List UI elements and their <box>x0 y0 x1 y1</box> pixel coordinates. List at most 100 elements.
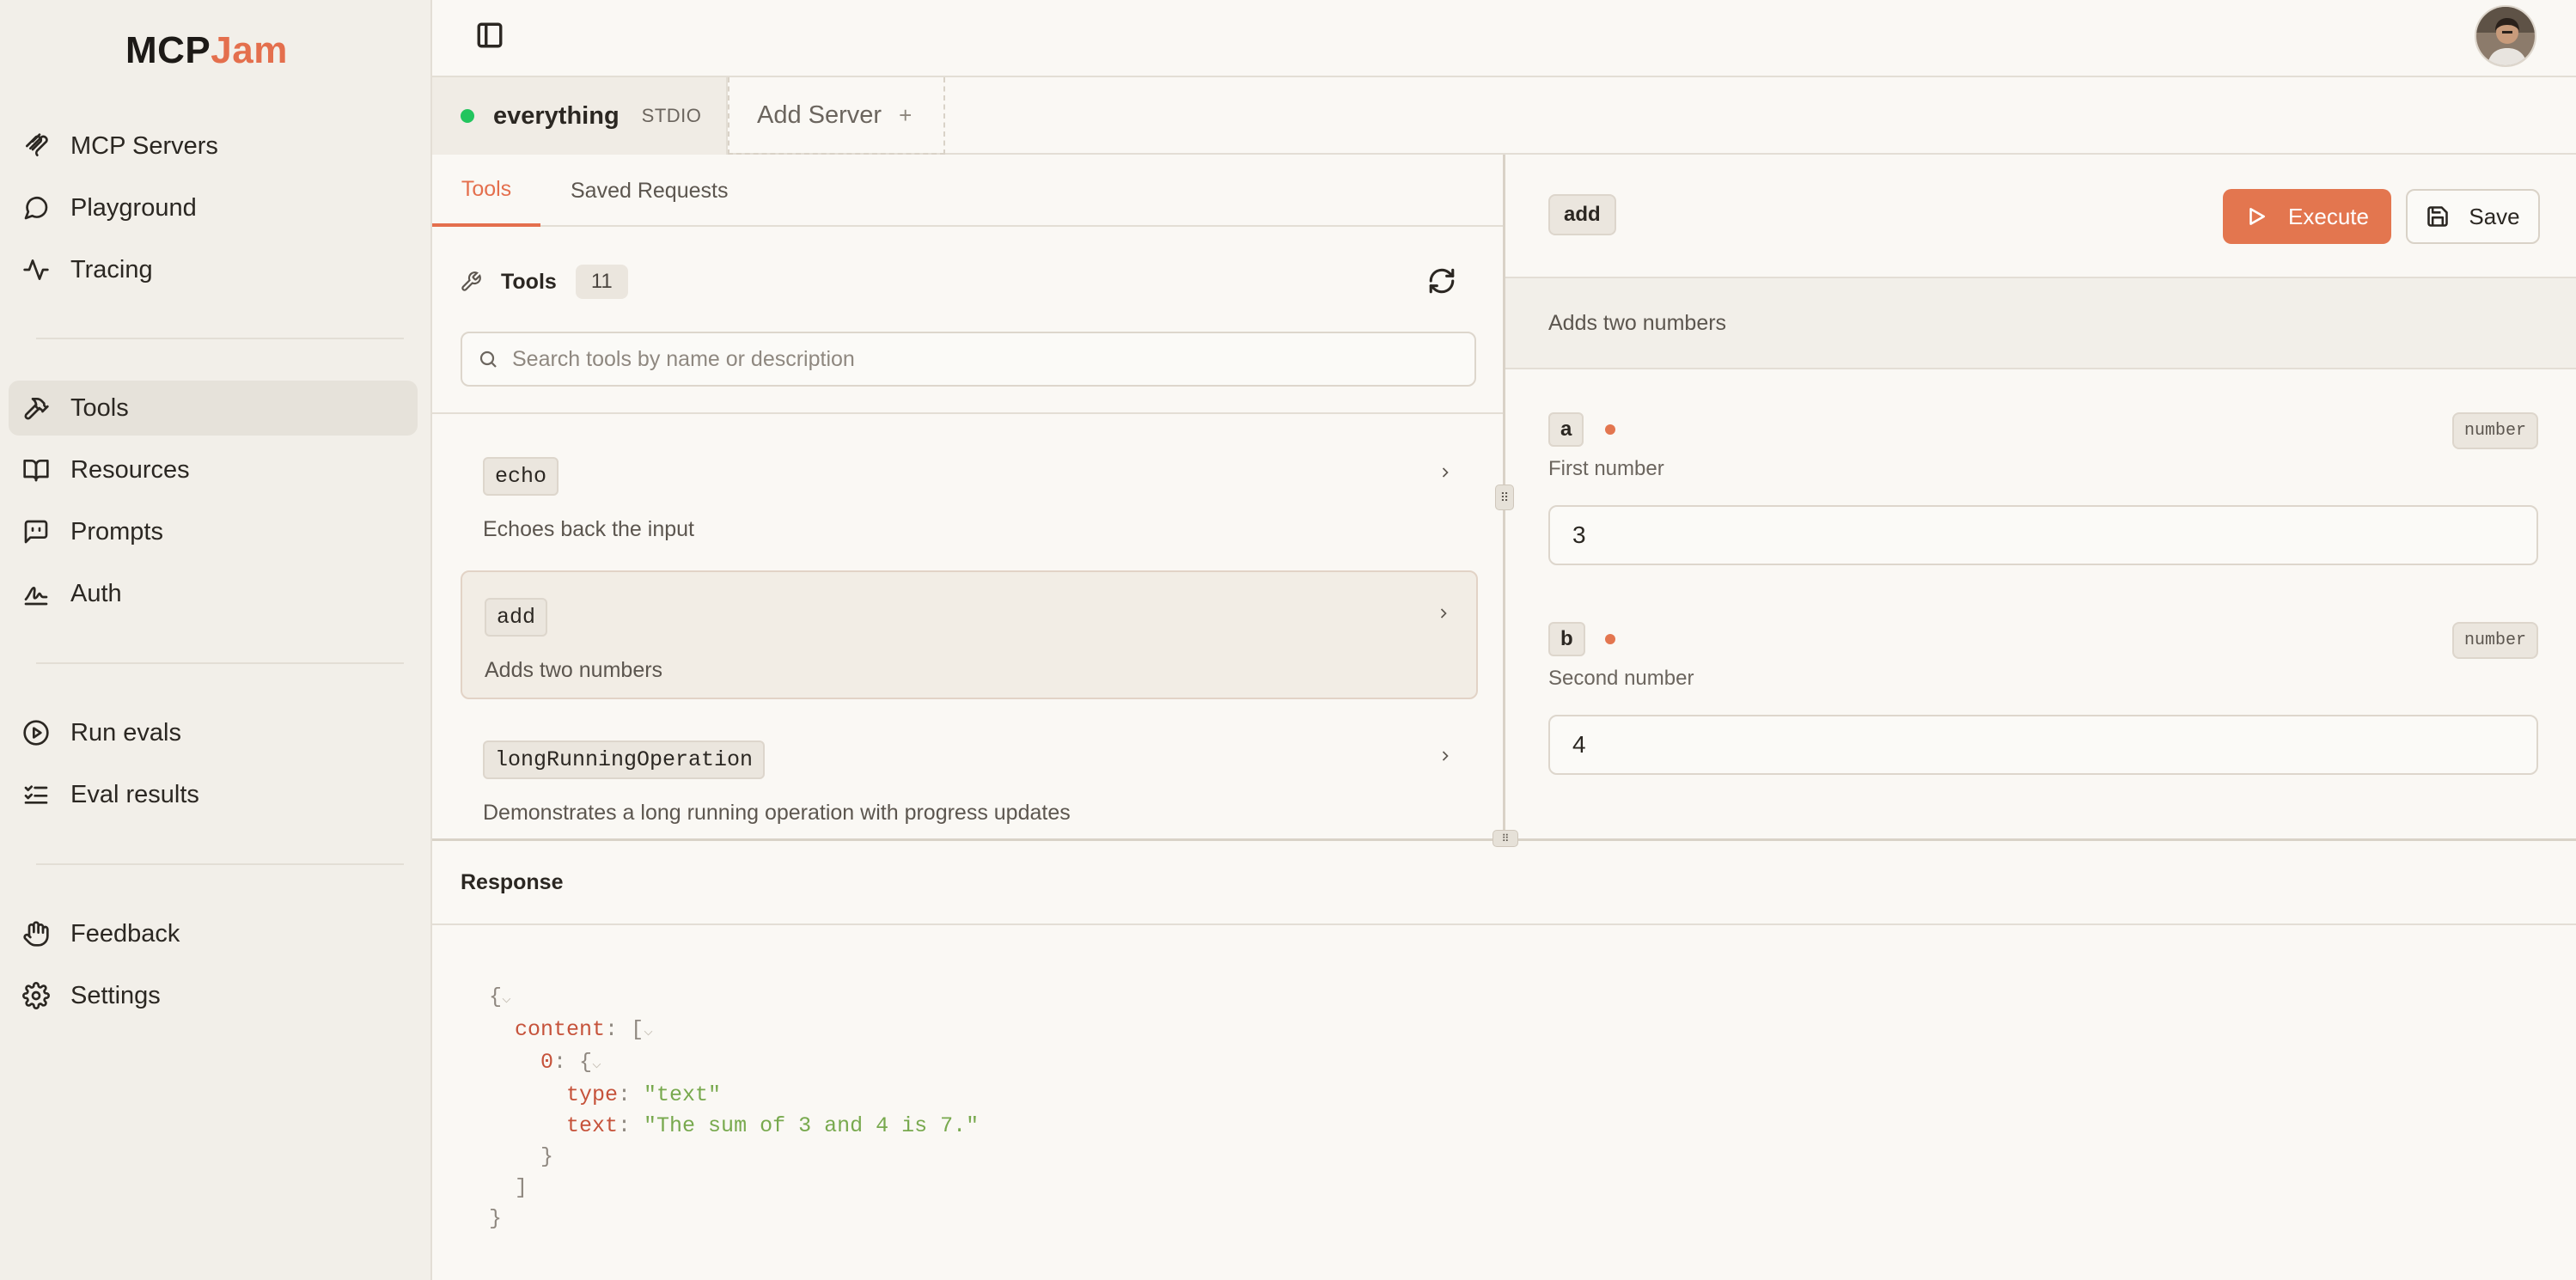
sidebar-toggle-icon[interactable] <box>475 21 511 57</box>
save-label: Save <box>2469 203 2520 229</box>
chevron-right-icon <box>1435 605 1456 625</box>
sidebar-item-tracing[interactable]: Tracing <box>9 242 418 297</box>
sidebar-item-label: Tracing <box>70 255 153 283</box>
tools-count-badge: 11 <box>575 265 628 299</box>
search-input[interactable] <box>512 346 1457 372</box>
json-line: content: [⌵ <box>515 1017 653 1042</box>
tool-item-longrunningoperation[interactable]: longRunningOperation Demonstrates a long… <box>461 715 1478 844</box>
list-checks-icon <box>21 779 52 810</box>
play-circle-icon <box>21 717 52 748</box>
sidebar-item-auth[interactable]: Auth <box>9 566 418 621</box>
sidebar-item-label: Resources <box>70 455 190 484</box>
tool-description: Adds two numbers <box>485 658 663 682</box>
tool-item-echo[interactable]: echo Echoes back the input <box>461 431 1478 560</box>
server-tab-everything[interactable]: everything STDIO <box>432 77 728 155</box>
chat-bubble-icon <box>21 192 52 223</box>
collapse-icon[interactable]: ⌵ <box>644 1023 653 1040</box>
sidebar-item-label: Run evals <box>70 718 181 747</box>
param-input-b <box>1548 715 2538 775</box>
sidebar-item-feedback[interactable]: Feedback <box>9 906 418 961</box>
sidebar-divider <box>36 863 404 865</box>
json-line: {⌵ <box>489 984 511 1009</box>
response-json-viewer[interactable]: {⌵ content: [⌵ 0: {⌵ type: "text" text: … <box>489 982 979 1234</box>
response-panel: Response {⌵ content: [⌵ 0: {⌵ type: "tex… <box>432 841 2576 1280</box>
server-tabs: everything STDIO Add Server + <box>432 77 2576 155</box>
list-divider <box>432 412 1505 414</box>
book-icon <box>21 454 52 485</box>
collapse-icon[interactable]: ⌵ <box>502 990 511 1008</box>
sidebar-divider <box>36 338 404 339</box>
tools-header: Tools 11 <box>460 265 628 299</box>
gear-icon <box>21 980 52 1011</box>
param-name-a: a <box>1548 412 1584 447</box>
sidebar-item-label: Settings <box>70 981 161 1009</box>
param-input-a <box>1548 505 2538 565</box>
hand-icon <box>21 918 52 949</box>
json-line: type: "text" <box>566 1082 722 1107</box>
collapse-icon[interactable]: ⌵ <box>592 1056 601 1073</box>
sidebar-item-tools[interactable]: Tools <box>9 381 418 436</box>
tool-item-add[interactable]: add Adds two numbers <box>461 570 1478 699</box>
tab-tools[interactable]: Tools <box>432 155 540 227</box>
sidebar-item-label: MCP Servers <box>70 131 218 160</box>
add-server-tab[interactable]: Add Server + <box>728 77 945 155</box>
tool-detail-header: add Execute Save <box>1505 155 2576 278</box>
sidebar-item-mcp-servers[interactable]: MCP Servers <box>9 119 418 174</box>
signature-icon <box>21 578 52 609</box>
search-field <box>461 332 1476 387</box>
top-bar <box>432 0 2576 77</box>
json-line: text: "The sum of 3 and 4 is 7." <box>566 1113 980 1138</box>
sidebar-item-label: Playground <box>70 193 197 222</box>
refresh-icon[interactable] <box>1427 266 1460 299</box>
sidebar-item-resources[interactable]: Resources <box>9 442 418 497</box>
tool-description: Echoes back the input <box>483 517 694 541</box>
param-description: First number <box>1548 457 1664 480</box>
json-line: 0: {⌵ <box>540 1050 601 1075</box>
play-icon <box>2249 208 2265 225</box>
sidebar-divider <box>36 662 404 664</box>
response-title: Response <box>461 869 564 894</box>
sidebar-item-label: Auth <box>70 579 122 607</box>
json-line: ] <box>515 1175 528 1200</box>
sidebar-item-run-evals[interactable]: Run evals <box>9 705 418 760</box>
activity-icon <box>21 254 52 285</box>
hammer-icon <box>21 393 52 424</box>
tool-detail-panel: add Execute Save Adds two numbers a numb… <box>1505 155 2576 840</box>
wrench-icon <box>461 271 481 291</box>
avatar[interactable] <box>2475 5 2536 67</box>
tool-name: longRunningOperation <box>483 741 766 779</box>
tools-tab-bar: Tools Saved Requests <box>432 155 1505 227</box>
tools-panel: Tools Saved Requests Tools 11 echo Echoe… <box>432 155 1505 840</box>
search-icon <box>479 350 497 368</box>
sidebar-item-label: Tools <box>70 393 129 422</box>
tool-name: echo <box>483 457 559 496</box>
save-button[interactable]: Save <box>2406 189 2540 244</box>
required-dot <box>1605 424 1615 435</box>
sidebar-item-playground[interactable]: Playground <box>9 180 418 235</box>
param-b-field[interactable] <box>1572 731 2518 759</box>
param-type-badge: number <box>2451 622 2538 659</box>
tab-saved-requests[interactable]: Saved Requests <box>571 155 728 227</box>
required-dot <box>1605 634 1615 644</box>
sidebar-item-eval-results[interactable]: Eval results <box>9 767 418 822</box>
sidebar-item-prompts[interactable]: Prompts <box>9 504 418 559</box>
tool-detail-description: Adds two numbers <box>1548 310 1727 335</box>
execute-label: Execute <box>2288 203 2369 229</box>
response-header: Response <box>432 841 2576 925</box>
sidebar: MCPJam MCP Servers Playground Tracing To… <box>0 0 432 1280</box>
param-name-b: b <box>1548 622 1585 656</box>
param-a-field[interactable] <box>1572 521 2518 549</box>
status-dot <box>461 109 474 123</box>
app-logo[interactable]: MCPJam <box>125 29 288 72</box>
param-description: Second number <box>1548 667 1694 690</box>
chevron-right-icon <box>1437 464 1457 485</box>
tool-description-bar: Adds two numbers <box>1505 278 2576 369</box>
chevron-right-icon <box>1437 747 1457 768</box>
plus-icon: + <box>899 101 913 128</box>
json-line: } <box>540 1144 554 1169</box>
sidebar-item-label: Prompts <box>70 517 163 546</box>
server-name: everything <box>493 101 620 130</box>
sidebar-item-settings[interactable]: Settings <box>9 968 418 1023</box>
execute-button[interactable]: Execute <box>2223 189 2391 244</box>
mcp-servers-icon <box>21 131 52 162</box>
